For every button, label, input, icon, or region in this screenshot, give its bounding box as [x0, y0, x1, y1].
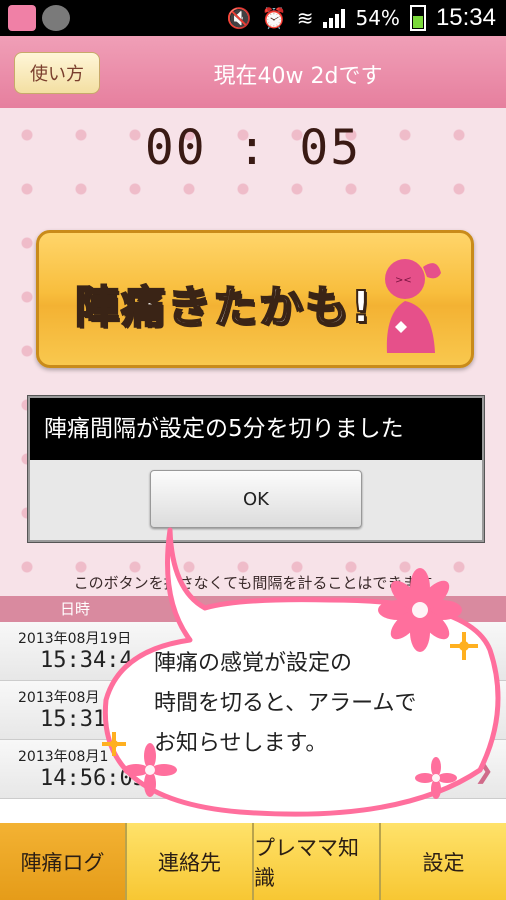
log-time: 14:56:05 [40, 766, 146, 791]
wifi-icon: ≋ [296, 6, 314, 30]
battery-icon [409, 5, 426, 31]
svg-text:><: >< [395, 275, 412, 286]
ok-button[interactable]: OK [150, 470, 362, 528]
log-column-header: 日時 [0, 596, 506, 622]
mute-icon: 🔇 [226, 6, 252, 30]
dialog-message: 陣痛間隔が設定の5分を切りました [30, 398, 482, 460]
help-button[interactable]: 使い方 [14, 52, 100, 94]
alarm-icon: ⏰ [261, 6, 287, 30]
alarm-dialog: 陣痛間隔が設定の5分を切りました OK [28, 396, 484, 542]
bubble-line: 陣痛の感覚が設定の [154, 651, 353, 676]
interval-timer: 00 : 05 [144, 120, 362, 176]
log-time: 15:34:4 [40, 648, 133, 673]
page-title: 現在40w 2dです [213, 64, 383, 89]
log-date: 2013年08月19日 [18, 631, 132, 647]
battery-percent: 54% [355, 6, 400, 30]
tab-settings[interactable]: 設定 [381, 823, 506, 900]
log-date: 2013年08月1 [18, 749, 109, 765]
log-date: 2013年08月 [18, 690, 100, 706]
bubble-line: 時間を切ると、アラームで [154, 691, 417, 716]
status-bar: 🔇 ⏰ ≋ 54% 15:34 [0, 0, 506, 36]
log-time: 15:31:2 [40, 707, 133, 732]
pregnant-woman-icon: >< [385, 259, 441, 353]
signal-icon [323, 8, 346, 28]
hint-text: このボタンを押さなくても間隔を計ることはできます [73, 574, 433, 592]
tab-pregnancy-knowledge[interactable]: プレママ知識 [254, 823, 381, 900]
app-header: 使い方 現在40w 2dです [0, 36, 506, 108]
bubble-text: 陣痛の感覚が設定の 時間を切ると、アラームで お知らせします。 [154, 644, 494, 764]
clock: 15:34 [435, 4, 496, 31]
contraction-button-label: 陣痛きたかも! [74, 281, 374, 334]
bottom-nav: 陣痛ログ 連絡先 プレママ知識 設定 [0, 823, 506, 900]
app-notification-icon [8, 5, 36, 31]
tab-contacts[interactable]: 連絡先 [127, 823, 254, 900]
contraction-start-button[interactable]: 陣痛きたかも! >< [36, 230, 474, 368]
messenger-notification-icon [42, 5, 70, 31]
tab-contraction-log[interactable]: 陣痛ログ [0, 823, 127, 900]
bubble-line: お知らせします。 [154, 731, 328, 756]
